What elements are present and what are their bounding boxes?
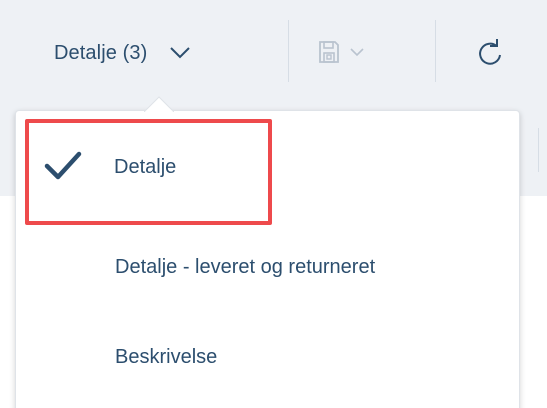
menu-pointer-arrow bbox=[144, 96, 174, 112]
view-selector-button[interactable]: Detalje (3) bbox=[54, 26, 191, 80]
toolbar-separator bbox=[538, 128, 539, 172]
checkmark-icon bbox=[44, 151, 82, 180]
menu-item-label: Beskrivelse bbox=[115, 345, 218, 368]
menu-item-beskrivelse[interactable]: Beskrivelse bbox=[16, 311, 519, 403]
save-button[interactable] bbox=[318, 30, 364, 74]
menu-item-label: Detalje bbox=[114, 155, 177, 178]
refresh-icon bbox=[479, 39, 501, 65]
chevron-down-icon bbox=[350, 47, 364, 56]
menu-item-label: Detalje - leveret og returneret bbox=[115, 255, 376, 278]
refresh-button[interactable] bbox=[470, 30, 510, 74]
menu-item-detalje-leveret-og-returneret[interactable]: Detalje - leveret og returneret bbox=[16, 221, 519, 313]
view-dropdown-menu: Detalje Detalje - leveret og returneret … bbox=[15, 110, 520, 408]
toolbar-separator bbox=[435, 20, 436, 82]
toolbar-separator bbox=[288, 20, 289, 82]
toolbar: Detalje (3) bbox=[0, 0, 547, 108]
view-selector-label: Detalje (3) bbox=[54, 41, 148, 64]
screen: Detalje (3) Detalje Detalje - leveret og… bbox=[0, 0, 547, 408]
chevron-down-icon bbox=[170, 47, 191, 59]
floppy-disk-icon bbox=[319, 41, 339, 63]
menu-item-detalje[interactable]: Detalje bbox=[16, 121, 519, 213]
